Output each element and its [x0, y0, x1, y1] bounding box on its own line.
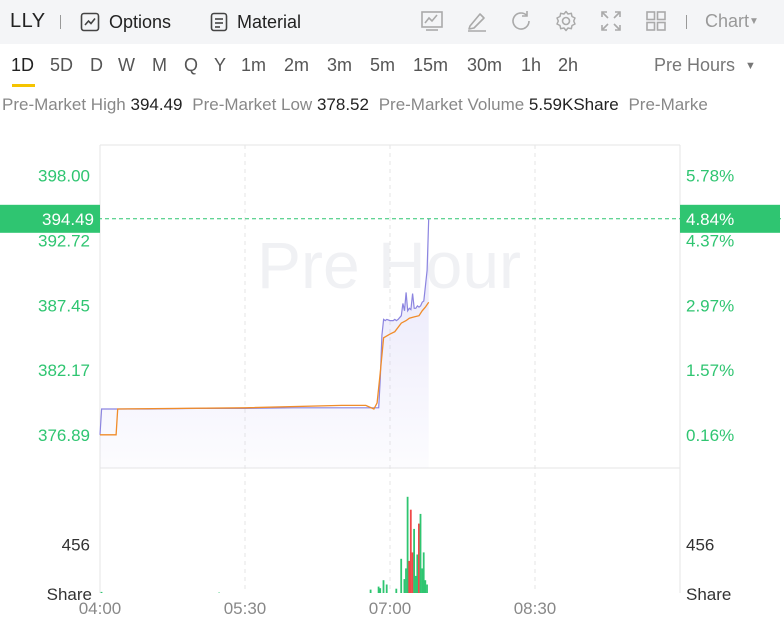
volume-bar: [426, 584, 428, 593]
volume-bar: [416, 554, 419, 593]
volume-bar: [369, 589, 372, 593]
y-tick-label-left: 398.00: [38, 167, 90, 186]
volume-tick-label-right: 456: [686, 535, 714, 554]
volume-bar: [382, 580, 385, 593]
current-price-text: 394.49: [42, 210, 94, 229]
volume-bar: [408, 560, 411, 593]
y-tick-label-right: 2.97%: [686, 296, 734, 315]
volume-bar: [414, 575, 417, 593]
volume-bar: [403, 579, 406, 593]
y-tick-label-left: 382.17: [38, 361, 90, 380]
y-tick-label-right: 4.37%: [686, 232, 734, 251]
y-tick-label-left: 387.45: [38, 296, 90, 315]
price-chart[interactable]: Pre Hour 398.00 392.72 387.45 382.17 376.89 5…: [0, 0, 784, 622]
volume-bar: [409, 509, 412, 593]
x-tick-label: 04:00: [79, 599, 122, 618]
x-tick-label: 05:30: [224, 599, 267, 618]
volume-bar: [385, 584, 388, 593]
volume-bar: [411, 552, 414, 593]
x-tick-label: 08:30: [514, 599, 557, 618]
y-tick-label-right: 0.16%: [686, 426, 734, 445]
volume-bar: [421, 568, 423, 593]
volume-bar: [100, 591, 103, 593]
volume-bar: [413, 528, 415, 593]
volume-tick-label-left: 456: [62, 535, 90, 554]
volume-unit-label-right: Share: [686, 585, 731, 604]
volume-bar: [400, 558, 403, 593]
y-tick-label-left: 376.89: [38, 426, 90, 445]
volume-bar: [419, 513, 422, 593]
volume-bar: [422, 552, 425, 593]
x-tick-label: 07:00: [369, 599, 412, 618]
chart-watermark: Pre Hour: [257, 228, 521, 302]
volume-bar: [405, 568, 407, 593]
volume-bar: [406, 496, 409, 593]
volume-bar: [379, 588, 382, 593]
current-change-text: 4.84%: [686, 210, 734, 229]
volume-bar: [424, 580, 427, 593]
volume-bars: [100, 496, 428, 593]
y-tick-label-left: 392.72: [38, 232, 90, 251]
volume-bar: [395, 588, 398, 593]
y-tick-label-right: 5.78%: [686, 167, 734, 186]
volume-bar: [418, 523, 420, 593]
volume-bar: [377, 586, 380, 593]
y-tick-label-right: 1.57%: [686, 361, 734, 380]
